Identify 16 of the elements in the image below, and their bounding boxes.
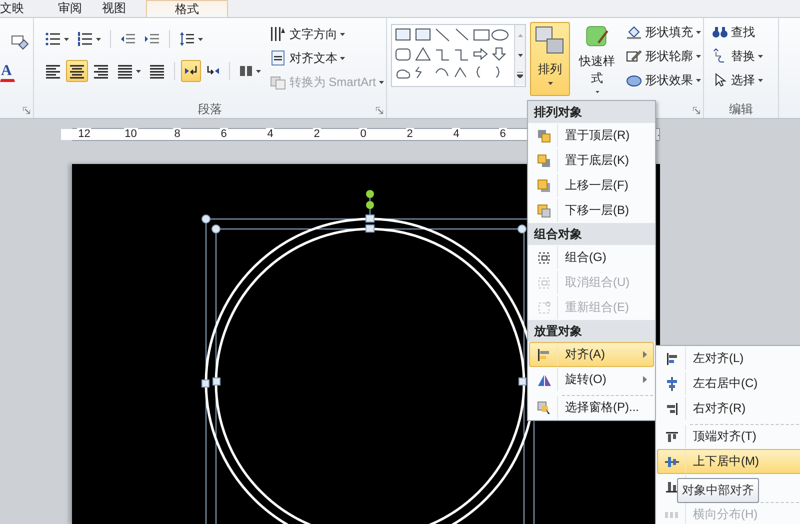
ruler-label: 0 — [359, 128, 368, 140]
ruler-label: 10 — [124, 128, 138, 140]
ruler-label: 8 — [173, 128, 182, 140]
menu-section-header: 组合对象 — [528, 223, 655, 245]
ruler-label: 4 — [266, 128, 274, 140]
menu-section-header: 放置对象 — [528, 320, 655, 342]
menu-section-header: 排列对象 — [528, 101, 655, 123]
ruler-label: 12 — [77, 128, 92, 140]
group-label: 段落 — [197, 101, 223, 118]
ruler-label: 4 — [452, 128, 460, 140]
ruler-label: 2 — [406, 128, 414, 140]
tooltip: 对象中部对齐 — [677, 478, 759, 503]
ruler-label: 6 — [220, 128, 228, 140]
ruler-label: 2 — [312, 128, 321, 140]
group-label: 编辑 — [728, 101, 754, 118]
ruler-label: 6 — [498, 128, 507, 140]
